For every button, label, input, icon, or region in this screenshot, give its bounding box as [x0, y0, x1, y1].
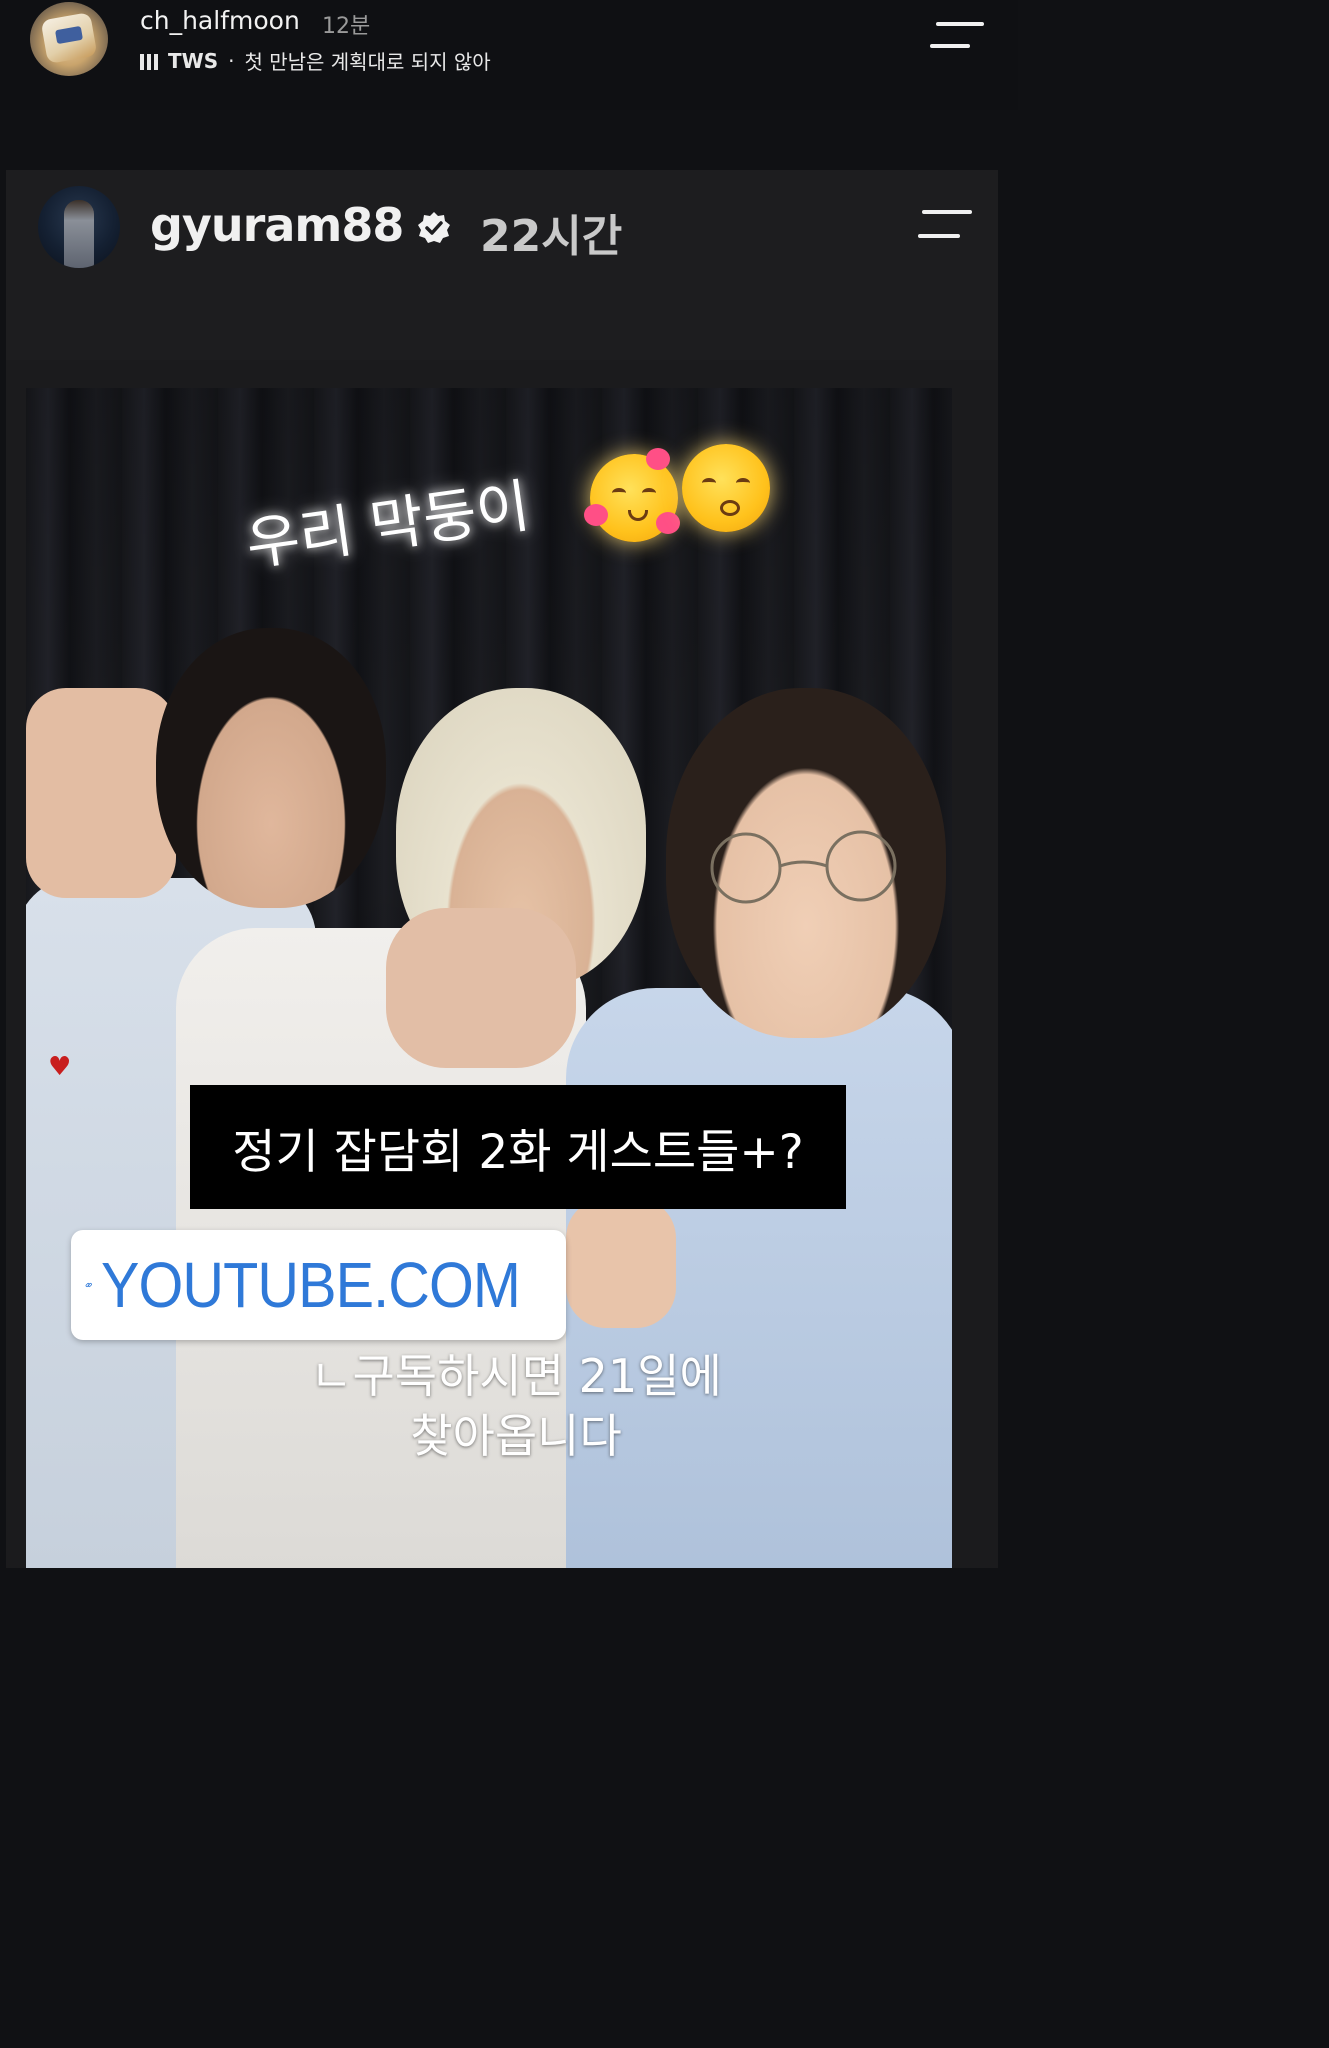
outer-username[interactable]: ch_halfmoon	[140, 6, 300, 35]
shared-story-header: gyuram88 22시간	[6, 170, 998, 360]
outer-profile-avatar[interactable]	[30, 2, 108, 76]
peace-sign-hand	[26, 688, 176, 898]
shared-username[interactable]: gyuram88	[150, 198, 404, 252]
menu-icon[interactable]	[930, 22, 984, 52]
music-artist: TWS	[168, 48, 219, 73]
glasses	[710, 830, 897, 904]
story-photo: ♥ 우리 막둥이 정기 잡담회 2화 게스트들+? YOUTUBE.COM ㄴ구…	[26, 388, 952, 1568]
smiling-face-with-hearts-emoji	[584, 448, 680, 542]
shared-story-card: gyuram88 22시간 ♥ 우리 막둥이 정기 잡담회 2화 게스트들+? …	[6, 170, 998, 1568]
kissing-face-emoji	[682, 444, 770, 532]
music-separator: ·	[228, 48, 235, 73]
music-attribution[interactable]: TWS · 첫 만남은 계획대로 되지 않아	[140, 46, 491, 75]
link-icon	[85, 1282, 92, 1288]
youtube-link-sticker[interactable]: YOUTUBE.COM	[71, 1230, 566, 1340]
guest-banner: 정기 잡담회 2화 게스트들+?	[190, 1085, 846, 1209]
subscribe-caption: ㄴ구독하시면 21일에 찾아옵니다	[266, 1346, 766, 1466]
music-song-title: 첫 만남은 계획대로 되지 않아	[244, 50, 491, 74]
shirt-logo-heart-icon: ♥	[48, 1052, 72, 1082]
subscribe-caption-line2: 찾아옵니다	[410, 1409, 622, 1463]
outer-post-time: 12분	[322, 14, 371, 39]
shared-post-time: 22시간	[480, 211, 623, 262]
shared-profile-avatar[interactable]	[38, 186, 120, 268]
verified-badge-icon	[418, 212, 450, 243]
subscribe-caption-line1: ㄴ구독하시면 21일에	[310, 1349, 722, 1403]
link-sticker-text: YOUTUBE.COM	[100, 1249, 521, 1321]
outer-story-header: ch_halfmoon 12분 TWS · 첫 만남은 계획대로 되지 않아	[0, 0, 1018, 110]
shared-menu-icon[interactable]	[918, 210, 972, 240]
guest-banner-text: 정기 잡담회 2화 게스트들+?	[232, 1124, 804, 1180]
music-bars-icon	[140, 52, 158, 70]
